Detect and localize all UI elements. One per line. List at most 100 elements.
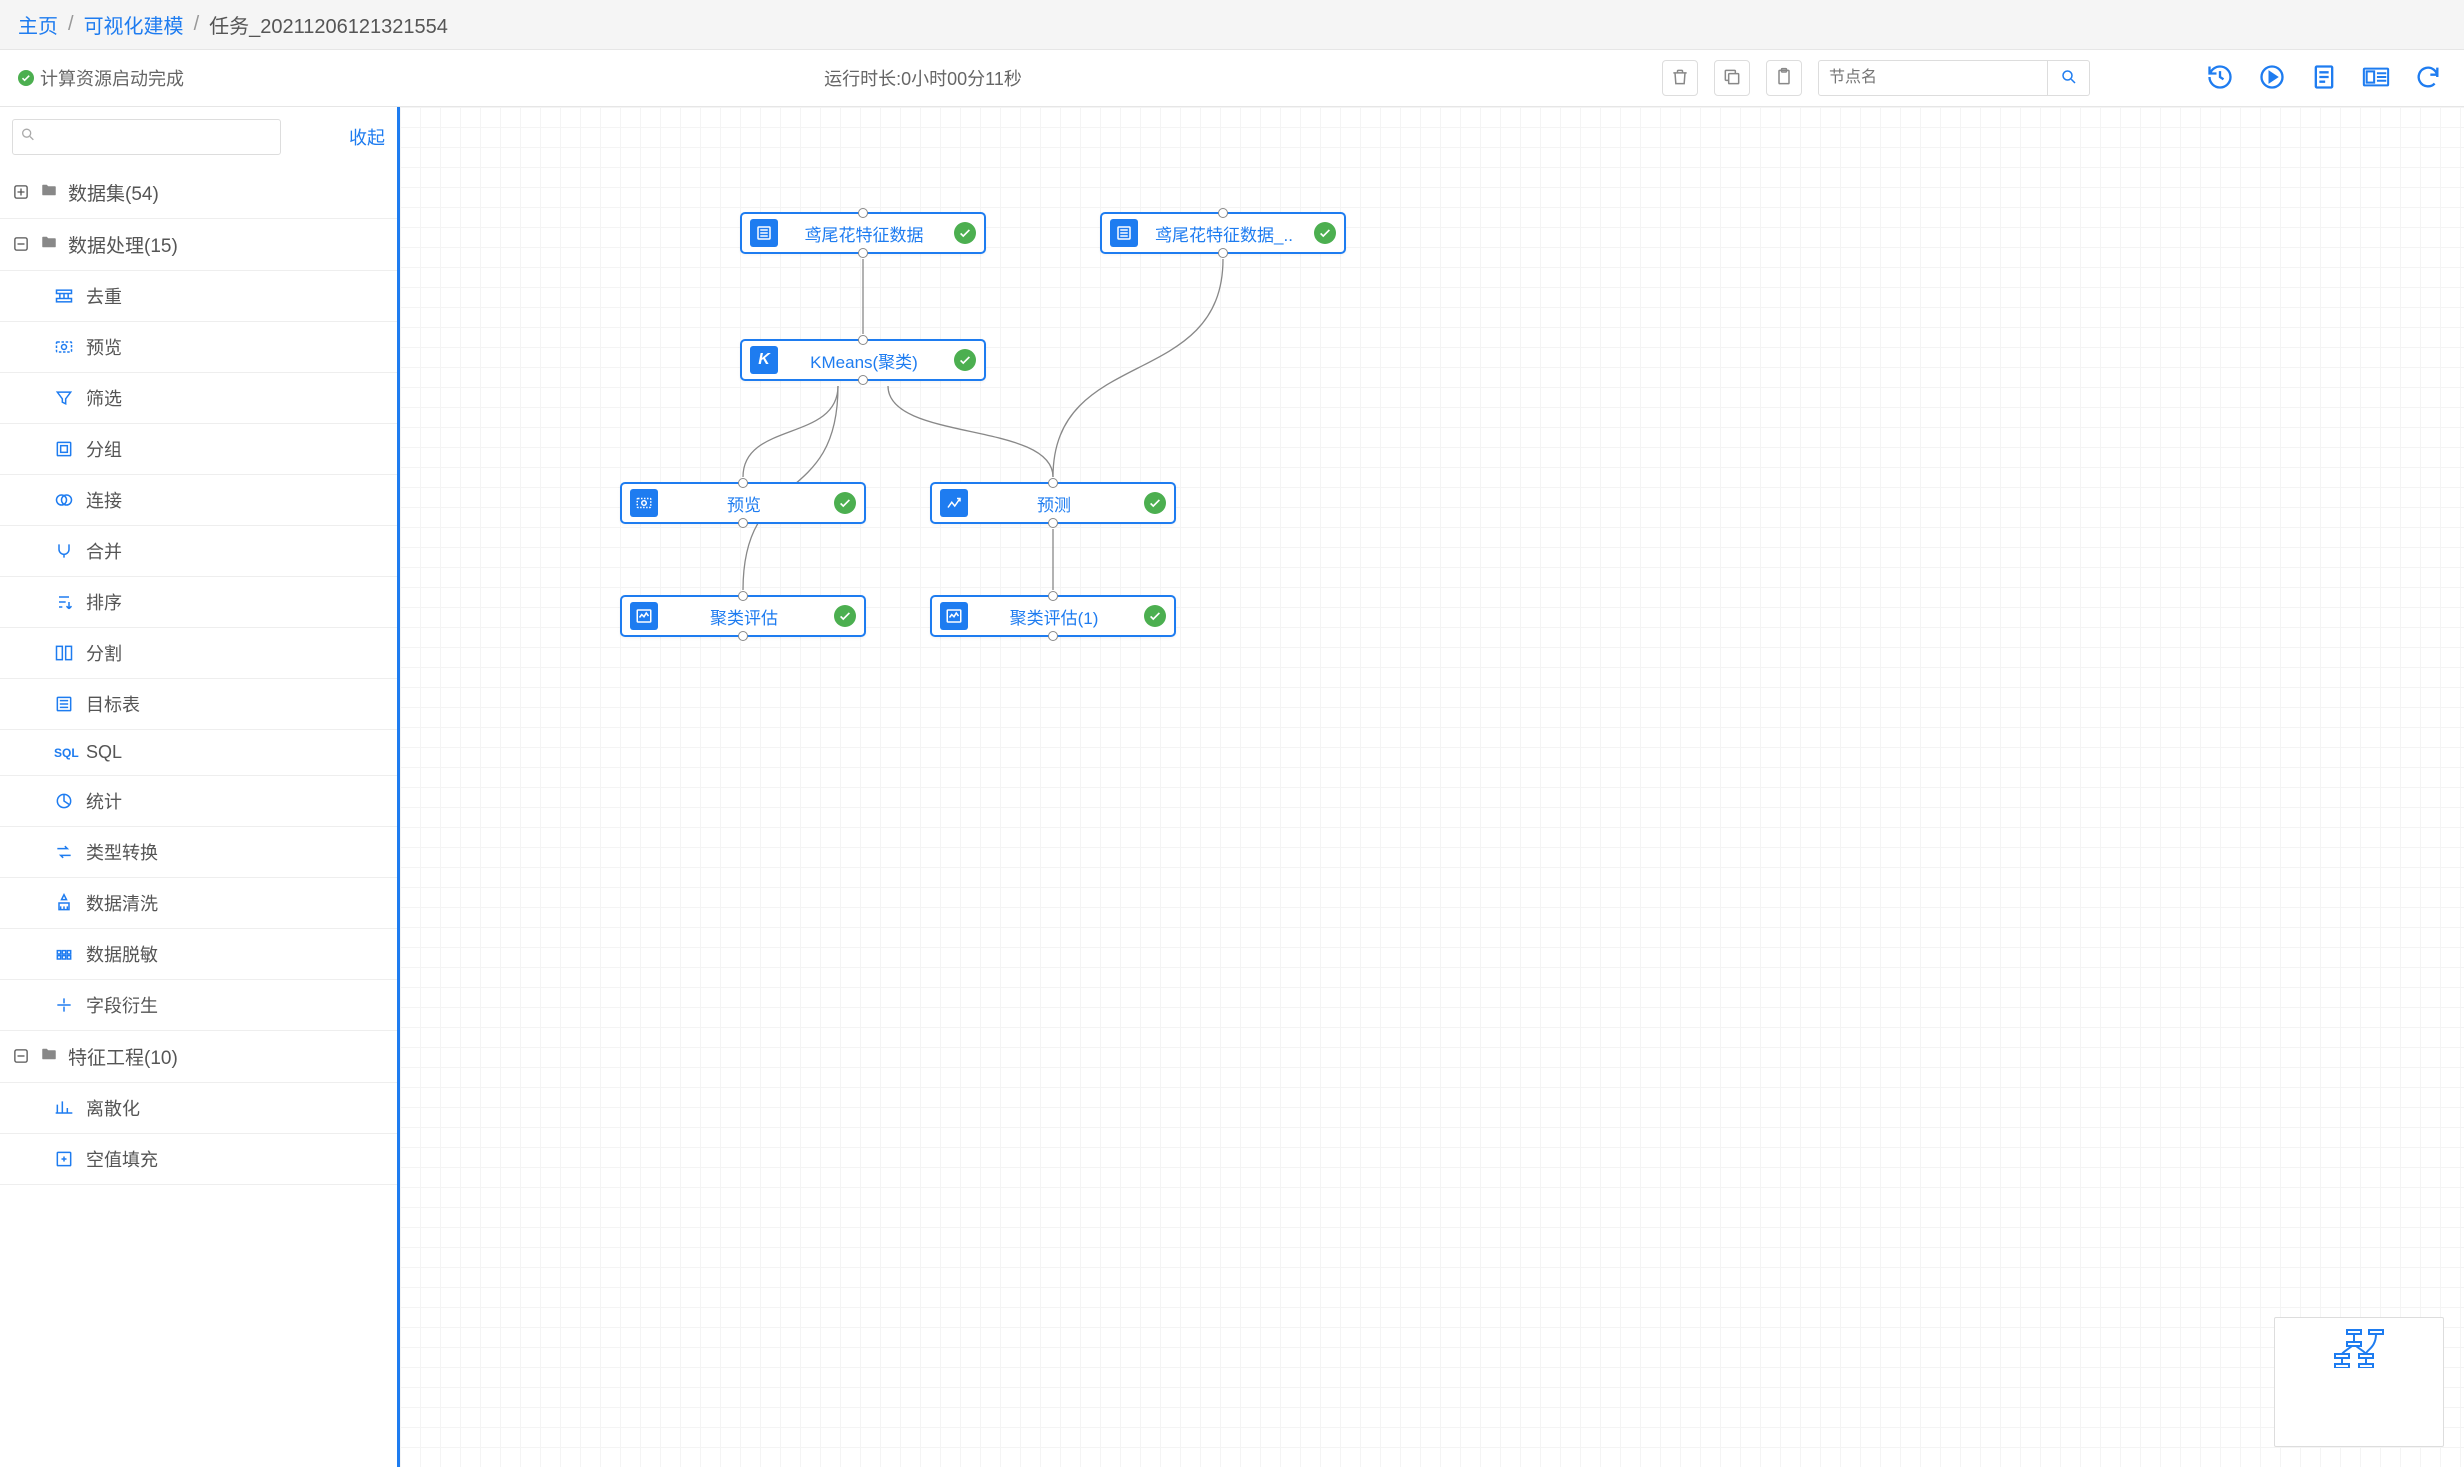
flow-edge[interactable] — [743, 386, 838, 477]
sidebar-item[interactable]: 数据清洗 — [0, 878, 397, 929]
node-search-input[interactable] — [1818, 60, 2048, 96]
sidebar-item[interactable]: 去重 — [0, 271, 397, 322]
flow-node[interactable]: 鸢尾花特征数据_.. — [1100, 212, 1346, 254]
breadcrumb-modeling[interactable]: 可视化建模 — [84, 10, 184, 39]
sidebar-item[interactable]: 数据脱敏 — [0, 929, 397, 980]
sidebar-item[interactable]: 预览 — [0, 322, 397, 373]
refresh-button[interactable] — [2410, 60, 2446, 96]
sidebar-item[interactable]: 空值填充 — [0, 1134, 397, 1185]
folder-icon — [40, 181, 58, 205]
output-port[interactable] — [858, 375, 868, 385]
flow-edge[interactable] — [1053, 259, 1223, 477]
sidebar-item[interactable]: 连接 — [0, 475, 397, 526]
layout-button[interactable] — [2358, 60, 2394, 96]
sidebar-item-label: 字段衍生 — [86, 992, 158, 1018]
input-port[interactable] — [1048, 591, 1058, 601]
preview-icon — [630, 489, 658, 517]
group-icon — [54, 439, 74, 459]
paste-button[interactable] — [1766, 60, 1802, 96]
sidebar-item[interactable]: SQL SQL — [0, 730, 397, 776]
flow-node[interactable]: 聚类评估 — [620, 595, 866, 637]
sidebar-category[interactable]: 数据处理(15) — [0, 219, 397, 271]
sidebar-item[interactable]: 离散化 — [0, 1083, 397, 1134]
sidebar-collapse-button[interactable]: 收起 — [349, 124, 385, 150]
sidebar-search-input[interactable] — [12, 119, 281, 155]
status-success-icon — [834, 492, 856, 514]
flow-node[interactable]: 预测 — [930, 482, 1176, 524]
fillna-icon — [54, 1149, 74, 1169]
history-button[interactable] — [2202, 60, 2238, 96]
copy-button[interactable] — [1714, 60, 1750, 96]
sort-icon — [54, 592, 74, 612]
sidebar-category[interactable]: 特征工程(10) — [0, 1031, 397, 1083]
flow-node[interactable]: K KMeans(聚类) — [740, 339, 986, 381]
input-port[interactable] — [738, 591, 748, 601]
output-port[interactable] — [738, 518, 748, 528]
sidebar-item[interactable]: 合并 — [0, 526, 397, 577]
flow-edge[interactable] — [888, 386, 1053, 477]
sidebar-item[interactable]: 字段衍生 — [0, 980, 397, 1031]
filter-icon — [54, 388, 74, 408]
sidebar-item[interactable]: 分组 — [0, 424, 397, 475]
search-icon — [20, 127, 36, 148]
breadcrumb-separator: / — [68, 13, 74, 36]
output-port[interactable] — [1218, 248, 1228, 258]
sidebar-item-label: 筛选 — [86, 385, 122, 411]
flow-node[interactable]: 聚类评估(1) — [930, 595, 1176, 637]
sidebar-item-label: SQL — [86, 742, 122, 763]
breadcrumb: 主页 / 可视化建模 / 任务_20211206121321554 — [0, 0, 2464, 50]
node-label: 预测 — [978, 491, 1134, 516]
output-port[interactable] — [1048, 631, 1058, 641]
compute-status-text: 计算资源启动完成 — [40, 65, 184, 91]
split-icon — [54, 643, 74, 663]
flow-canvas[interactable]: 鸢尾花特征数据 鸢尾花特征数据_.. K KMeans(聚类) 预览 预测 聚类… — [400, 107, 2464, 1467]
check-circle-icon — [18, 70, 34, 86]
sidebar-item-label: 目标表 — [86, 691, 140, 717]
log-button[interactable] — [2306, 60, 2342, 96]
node-label: 预览 — [668, 491, 824, 516]
compute-status: 计算资源启动完成 — [18, 65, 184, 91]
refresh-icon — [2414, 63, 2442, 94]
stats-icon — [54, 791, 74, 811]
merge-icon — [54, 541, 74, 561]
search-icon — [2060, 68, 2078, 89]
node-label: 聚类评估(1) — [978, 604, 1134, 629]
sidebar-item[interactable]: 目标表 — [0, 679, 397, 730]
node-label: 鸢尾花特征数据_.. — [1148, 221, 1304, 246]
flow-node[interactable]: 预览 — [620, 482, 866, 524]
target-icon — [54, 694, 74, 714]
input-port[interactable] — [1218, 208, 1228, 218]
status-success-icon — [954, 349, 976, 371]
input-port[interactable] — [858, 208, 868, 218]
dedup-icon — [54, 286, 74, 306]
input-port[interactable] — [858, 335, 868, 345]
sidebar-category[interactable]: 数据集(54) — [0, 167, 397, 219]
breadcrumb-home[interactable]: 主页 — [18, 10, 58, 39]
input-port[interactable] — [1048, 478, 1058, 488]
status-success-icon — [954, 222, 976, 244]
clean-icon — [54, 893, 74, 913]
output-port[interactable] — [1048, 518, 1058, 528]
sidebar-item-label: 数据脱敏 — [86, 941, 158, 967]
node-label: KMeans(聚类) — [788, 348, 944, 373]
sidebar-item[interactable]: 排序 — [0, 577, 397, 628]
sidebar-item[interactable]: 筛选 — [0, 373, 397, 424]
flow-node[interactable]: 鸢尾花特征数据 — [740, 212, 986, 254]
sidebar-item[interactable]: 分割 — [0, 628, 397, 679]
output-port[interactable] — [738, 631, 748, 641]
minus-icon — [14, 1049, 30, 1065]
component-sidebar: 收起 数据集(54) 数据处理(15) 去重 预览 筛选 分组 连接 合并 排序… — [0, 107, 400, 1467]
delete-button[interactable] — [1662, 60, 1698, 96]
node-search — [1818, 60, 2090, 96]
data-icon — [750, 219, 778, 247]
output-port[interactable] — [858, 248, 868, 258]
minimap[interactable] — [2274, 1317, 2444, 1447]
node-label: 聚类评估 — [668, 604, 824, 629]
node-search-button[interactable] — [2048, 60, 2090, 96]
run-button[interactable] — [2254, 60, 2290, 96]
sidebar-item[interactable]: 统计 — [0, 776, 397, 827]
sidebar-item-label: 离散化 — [86, 1095, 140, 1121]
sidebar-category-label: 数据处理(15) — [68, 231, 178, 258]
input-port[interactable] — [738, 478, 748, 488]
sidebar-item[interactable]: 类型转换 — [0, 827, 397, 878]
